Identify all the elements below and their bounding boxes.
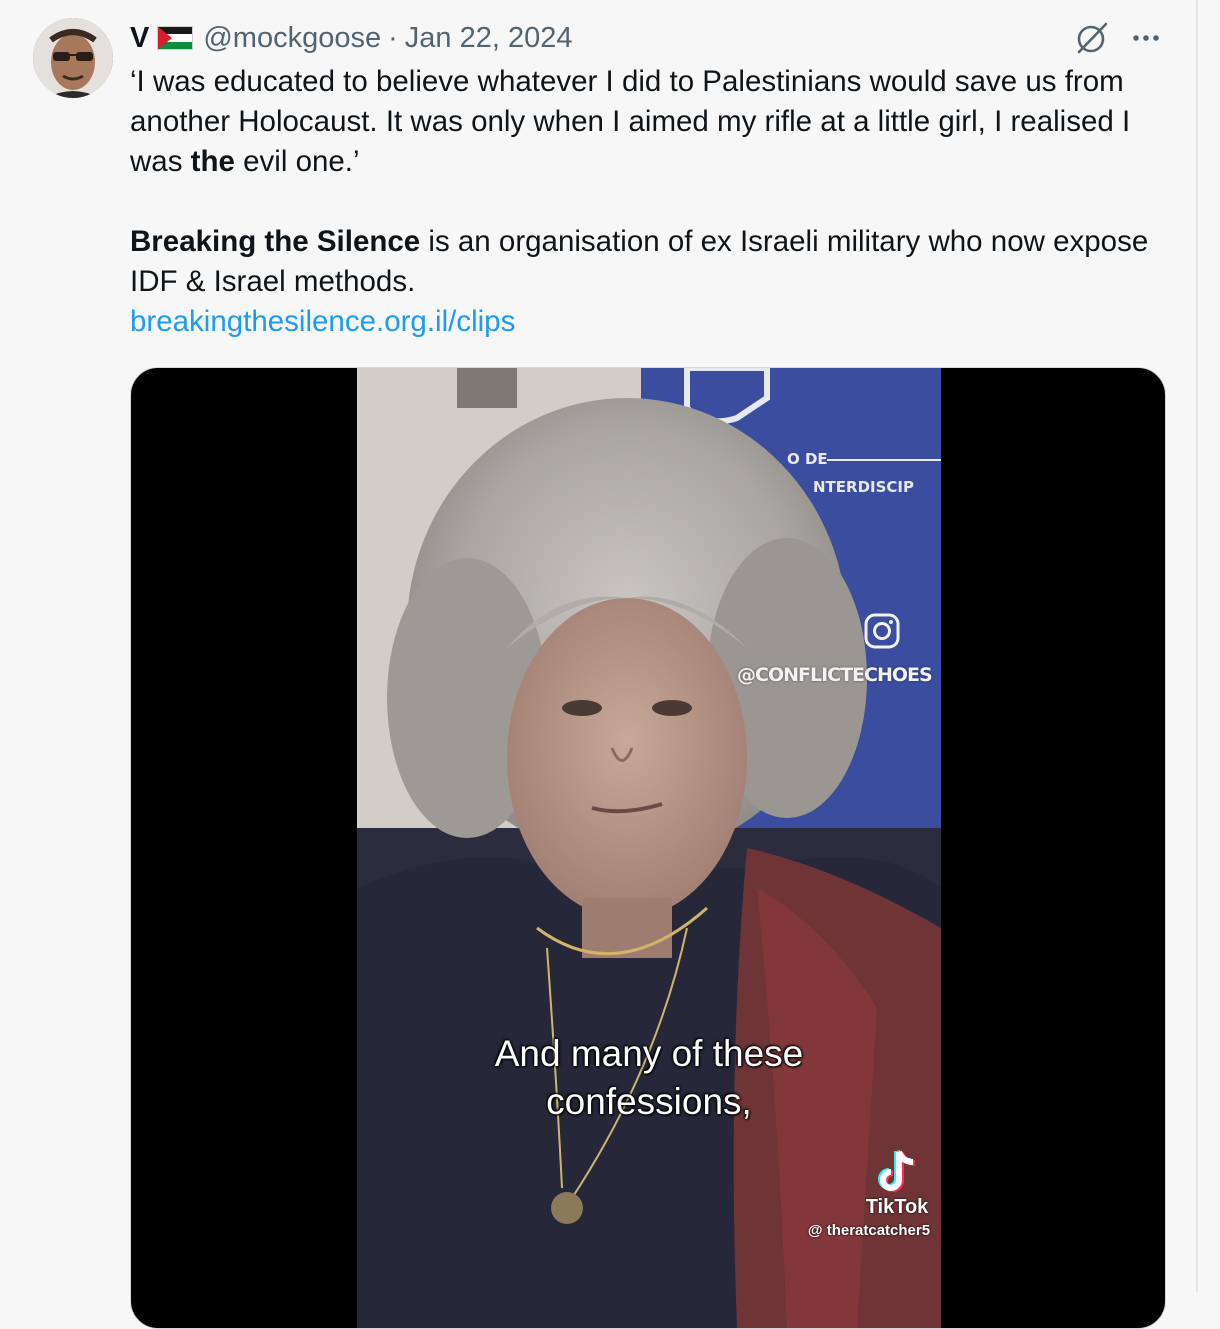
avatar[interactable] <box>33 18 113 98</box>
caption-line-2: confessions, <box>546 1081 752 1122</box>
more-options-icon[interactable] <box>1126 22 1166 54</box>
video-frame[interactable]: O DE NTERDISCIP @CONFLICTECHOES And many… <box>357 368 941 1328</box>
palestine-flag-icon <box>157 26 194 50</box>
video-player[interactable]: O DE NTERDISCIP @CONFLICTECHOES And many… <box>130 367 1166 1329</box>
org-name: Breaking the Silence <box>130 225 421 258</box>
tweet-date[interactable]: Jan 22, 2024 <box>405 22 573 55</box>
tweet-paragraph-1: ‘I was educated to believe whatever I di… <box>130 62 1150 182</box>
grok-icon[interactable] <box>1074 20 1110 56</box>
tiktok-icon <box>878 1149 916 1192</box>
quote-bold-word: the <box>190 145 235 178</box>
quote-text-end: evil one.’ <box>234 145 360 178</box>
user-handle[interactable]: @mockgoose <box>203 22 381 55</box>
tiktok-handle: @ theratcatcher5 <box>807 1222 931 1239</box>
sign-text-2: NTERDISCIP <box>813 478 914 496</box>
sign-text-1: O DE <box>787 450 828 468</box>
tweet-paragraph-2: Breaking the Silence is an organisation … <box>130 222 1150 302</box>
tweet-paragraph-3: breakingthesilence.org.il/clips <box>130 302 1150 342</box>
tiktok-label: TikTok <box>865 1196 929 1218</box>
avatar-image <box>33 18 113 98</box>
separator-dot: · <box>388 21 398 54</box>
tweet-card[interactable]: V @mockgoose · Jan 22, 2024 ‘I was educa… <box>0 0 1198 1329</box>
clips-link[interactable]: breakingthesilence.org.il/clips <box>130 305 515 338</box>
video-scene: O DE NTERDISCIP <box>357 368 941 1328</box>
display-name[interactable]: V <box>130 22 149 55</box>
video-caption: And many of these confessions, <box>397 1030 901 1126</box>
tweet-text: ‘I was educated to believe whatever I di… <box>130 62 1150 342</box>
instagram-icon <box>864 613 900 649</box>
caption-line-1: And many of these <box>494 1033 804 1074</box>
instagram-watermark: @CONFLICTECHOES <box>737 664 933 686</box>
tweet-header: V @mockgoose · Jan 22, 2024 <box>130 18 572 58</box>
